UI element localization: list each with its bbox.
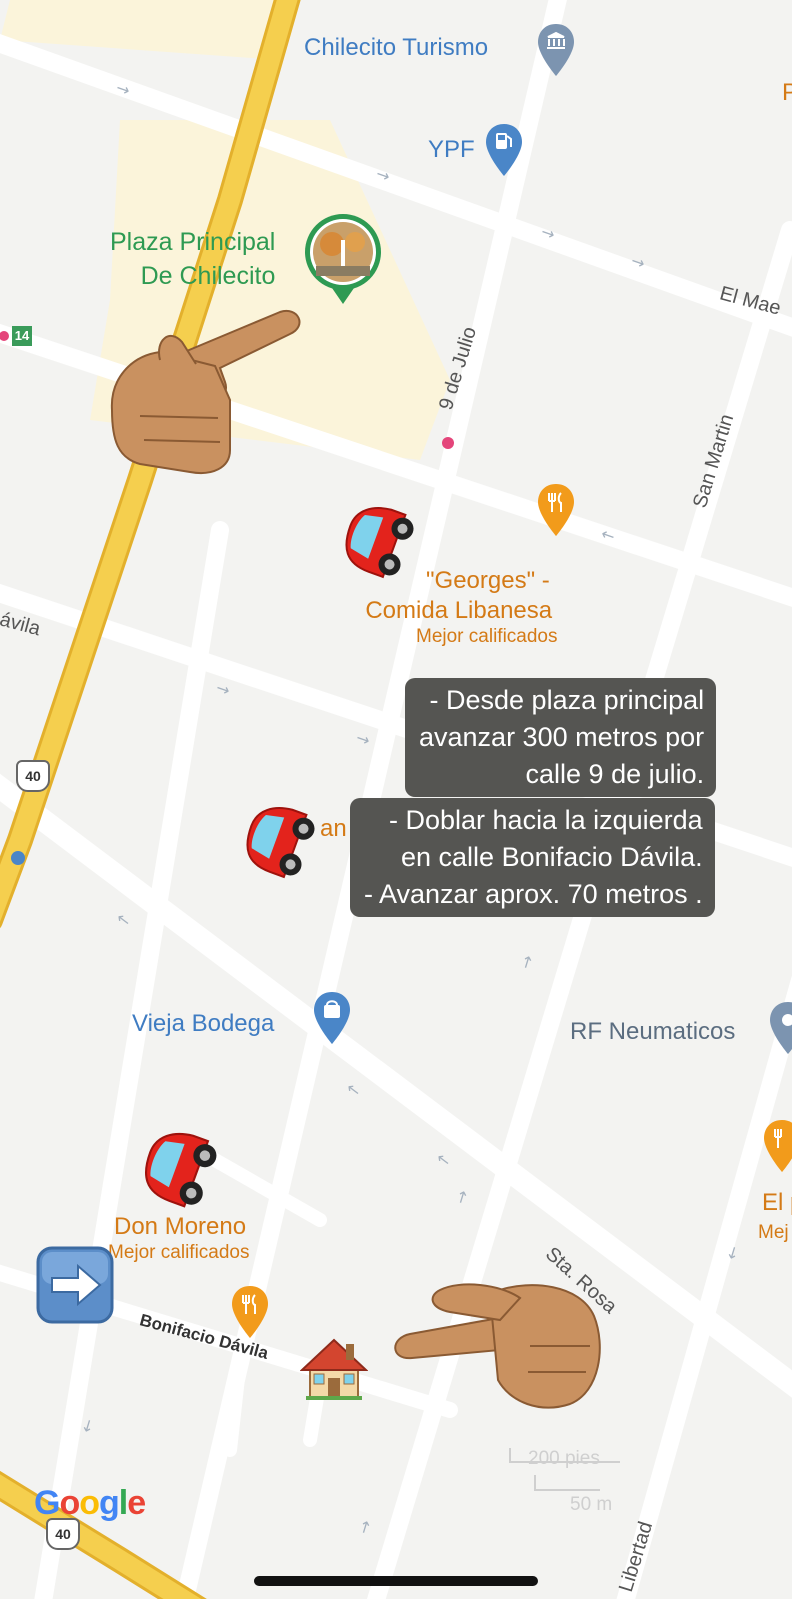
google-logo: Google xyxy=(34,1484,146,1523)
annotation-line: avanzar 300 metros por xyxy=(419,722,705,752)
transit-dot xyxy=(442,437,454,449)
oneway-arrow: → xyxy=(77,1417,99,1435)
google-logo-letter: o xyxy=(59,1484,80,1522)
oneway-arrow: → xyxy=(354,728,373,750)
poi-label-rf-neumaticos[interactable]: RF Neumaticos xyxy=(570,1018,735,1046)
gas-station-pin-icon[interactable] xyxy=(484,122,524,178)
google-logo-letter: o xyxy=(79,1484,100,1522)
oneway-arrow: ← xyxy=(113,908,135,931)
shopping-pin-icon[interactable] xyxy=(312,990,352,1046)
oneway-arrow: ← xyxy=(343,1078,365,1101)
google-logo-letter: l xyxy=(118,1484,129,1522)
map-view[interactable]: → → → → ← → → → ← ← ← → → → → → 40 40 14 xyxy=(0,0,792,1599)
scale-meters: 50 m xyxy=(570,1494,613,1515)
annotation-line: en calle Bonifacio Dávila. xyxy=(401,842,703,872)
poi-label-edge-el: El p xyxy=(762,1189,792,1216)
poi-label-don-moreno-sub: Mejor calificados xyxy=(108,1242,250,1263)
poi-label-georges-line2: Comida Libanesa xyxy=(365,597,553,624)
street-libertad xyxy=(616,975,792,1599)
annotation-line: - Desde plaza principal xyxy=(429,685,705,715)
annotation-box-2: - Doblar hacia la izquierda en calle Bon… xyxy=(350,798,715,917)
poi-label-vieja-bodega[interactable]: Vieja Bodega xyxy=(132,1010,274,1038)
poi-label-plaza-line2: De Chilecito xyxy=(140,262,276,290)
annotation-line: - Avanzar aprox. 70 metros . xyxy=(364,879,703,909)
location-dot-blue xyxy=(11,851,25,865)
poi-label-georges-sub: Mejor calificados xyxy=(416,626,558,647)
oneway-arrow: → xyxy=(354,1518,376,1536)
car-icon xyxy=(246,807,315,879)
oneway-arrow: ← xyxy=(433,1148,455,1171)
pointing-hand-icon xyxy=(394,1283,601,1409)
restaurant-pin-icon[interactable] xyxy=(230,1284,270,1340)
google-logo-letter: G xyxy=(34,1484,60,1522)
plaza-photo-pin-icon[interactable] xyxy=(300,210,386,306)
car-icon xyxy=(144,1132,217,1208)
house-icon xyxy=(300,1338,368,1400)
oneway-arrow: → xyxy=(451,1188,473,1206)
poi-label-ypf[interactable]: YPF xyxy=(428,136,475,164)
home-indicator[interactable] xyxy=(254,1576,538,1586)
poi-label-plaza-line1: Plaza Principal xyxy=(110,228,276,256)
annotation-line: - Doblar hacia la izquierda xyxy=(389,805,703,835)
annotation-line: calle 9 de julio. xyxy=(525,759,705,789)
poi-label-partial: an xyxy=(320,815,347,842)
annotation-box-1: - Desde plaza principal avanzar 300 metr… xyxy=(405,678,717,797)
scale-feet: 200 pies xyxy=(528,1448,600,1469)
right-arrow-icon xyxy=(36,1246,114,1324)
car-icon xyxy=(345,507,414,579)
route-14-badge: 14 xyxy=(12,326,32,346)
restaurant-pin-icon[interactable] xyxy=(762,1118,792,1174)
oneway-arrow: → xyxy=(214,678,233,700)
poi-label-chilecito-turismo[interactable]: Chilecito Turismo xyxy=(304,34,488,62)
poi-label-edge-mej: Mej xyxy=(758,1222,789,1243)
google-logo-letter: g xyxy=(99,1484,120,1522)
poi-label-edge-p: P xyxy=(782,79,792,106)
restaurant-pin-icon[interactable] xyxy=(536,482,576,538)
oneway-arrow: → xyxy=(516,953,538,971)
route-40-shield: 40 xyxy=(16,760,50,792)
google-logo-letter: e xyxy=(127,1484,146,1522)
poi-label-plaza[interactable]: Plaza Principal De Chilecito xyxy=(110,225,275,293)
museum-pin-icon[interactable] xyxy=(536,22,576,78)
pointing-hand-icon xyxy=(110,309,301,474)
generic-pin-icon[interactable] xyxy=(768,1000,792,1056)
